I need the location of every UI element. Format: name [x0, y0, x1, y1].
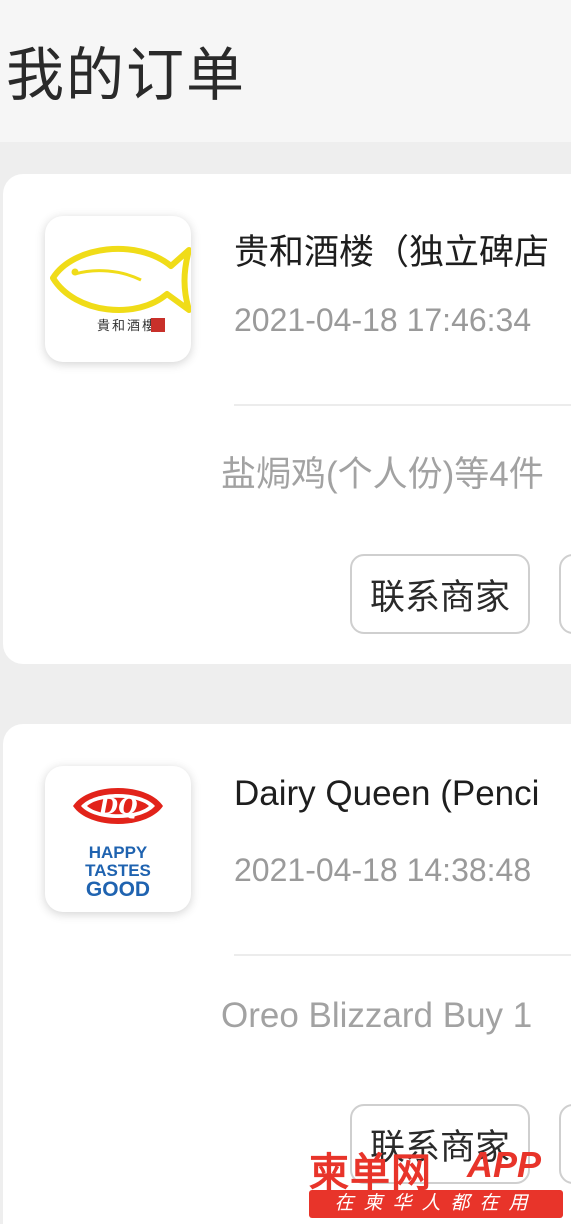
store-logo: DQ HAPPY TASTES GOOD [45, 766, 191, 912]
watermark-logo: 柬单网 APP 在柬华人都在用 [309, 1140, 563, 1220]
svg-text:HAPPY: HAPPY [89, 843, 148, 862]
secondary-action-button[interactable] [559, 554, 571, 634]
svg-text:DQ: DQ [98, 794, 137, 820]
store-name[interactable]: 贵和酒楼（独立碑店 [234, 224, 549, 275]
order-card[interactable]: 貴和酒樓 贵和酒楼（独立碑店 2021-04-18 17:46:34 盐焗鸡(个… [3, 174, 571, 664]
order-items-summary[interactable]: 盐焗鸡(个人份)等4件 [221, 446, 544, 497]
dq-logo-icon: DQ HAPPY TASTES GOOD [73, 788, 163, 901]
order-items-summary[interactable]: Oreo Blizzard Buy 1 [221, 996, 532, 1036]
header: 我的订单 [0, 0, 571, 142]
svg-text:貴和酒樓: 貴和酒樓 [97, 319, 157, 334]
orders-screen: 我的订单 貴和酒樓 贵和酒楼（独立碑店 2021-04-18 17:46:34 … [0, 0, 571, 1224]
watermark-slogan: 在柬华人都在用 [309, 1190, 563, 1218]
svg-text:GOOD: GOOD [86, 878, 150, 901]
store-logo: 貴和酒樓 [45, 216, 191, 362]
fish-logo-icon: 貴和酒樓 [50, 245, 191, 334]
watermark-app: APP [467, 1144, 542, 1185]
store-name[interactable]: Dairy Queen (Penci [234, 774, 539, 814]
order-time: 2021-04-18 17:46:34 [234, 302, 532, 338]
order-time: 2021-04-18 14:38:48 [234, 852, 532, 888]
contact-merchant-button[interactable]: 联系商家 [350, 554, 530, 634]
page-title: 我的订单 [6, 43, 247, 108]
divider [234, 954, 571, 956]
divider [234, 404, 571, 406]
